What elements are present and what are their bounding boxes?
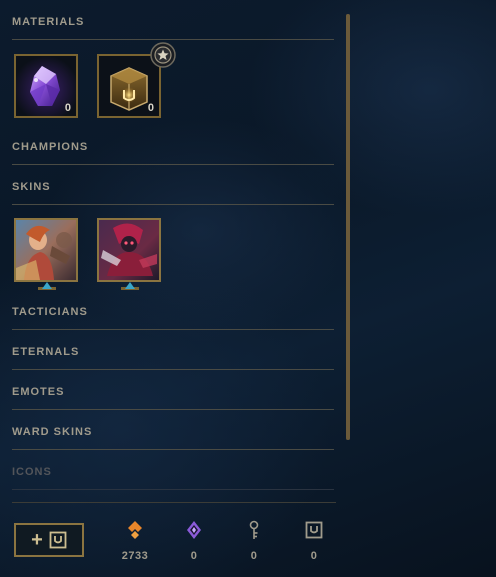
- section-header-skins[interactable]: SKINS: [12, 181, 334, 205]
- currency-value: 2733: [121, 550, 149, 562]
- loot-key-icon: [49, 531, 67, 549]
- section-title-icons: ICONS: [12, 466, 52, 478]
- section-title-champions: CHAMPIONS: [12, 141, 89, 153]
- currency-key-fragment[interactable]: 0: [234, 520, 274, 562]
- currency-mythic-essence[interactable]: 0: [174, 520, 214, 562]
- purchase-key-button[interactable]: +: [14, 523, 84, 557]
- loot-key-icon: [305, 521, 323, 539]
- section-title-materials: MATERIALS: [12, 16, 85, 28]
- mythic-essence-icon: [187, 521, 201, 539]
- section-title-ward-skins: WARD SKINS: [12, 426, 93, 438]
- material-count: 0: [64, 102, 71, 114]
- scrollbar-thumb[interactable]: [346, 14, 350, 440]
- currency-value: 0: [190, 550, 198, 562]
- section-title-tacticians: TACTICIANS: [12, 306, 88, 318]
- currency-orange-essence[interactable]: 2733: [115, 520, 155, 562]
- section-header-icons[interactable]: ICONS: [12, 466, 334, 490]
- currency-value: 0: [250, 550, 258, 562]
- skin-shard-2[interactable]: [97, 218, 161, 282]
- key-fragment-icon: [249, 520, 259, 539]
- orange-essence-icon: [128, 521, 142, 539]
- section-header-champions[interactable]: CHAMPIONS: [12, 141, 334, 165]
- section-title-emotes: EMOTES: [12, 386, 65, 398]
- loot-panel: MATERIALS 0 0 CHAMPIONS SKINS TACTICIANS…: [0, 0, 496, 577]
- currency-value: 0: [310, 550, 318, 562]
- plus-icon: +: [31, 529, 43, 551]
- chest-count: 0: [147, 102, 154, 114]
- section-header-eternals[interactable]: ETERNALS: [12, 346, 334, 370]
- currency-loot-key[interactable]: 0: [294, 520, 334, 562]
- section-header-tacticians[interactable]: TACTICIANS: [12, 306, 334, 330]
- footer-divider: [12, 502, 336, 503]
- section-header-ward-skins[interactable]: WARD SKINS: [12, 426, 334, 450]
- material-gemstone[interactable]: 0: [14, 54, 78, 118]
- loot-scroll-area[interactable]: MATERIALS 0 0 CHAMPIONS SKINS TACTICIANS…: [0, 0, 340, 500]
- blue-triangle-icon: [42, 282, 52, 289]
- star-badge-icon: [150, 42, 176, 68]
- section-title-eternals: ETERNALS: [12, 346, 80, 358]
- skin-shard-1[interactable]: [14, 218, 78, 282]
- section-title-skins: SKINS: [12, 181, 51, 193]
- section-header-materials[interactable]: MATERIALS: [12, 16, 334, 40]
- section-header-emotes[interactable]: EMOTES: [12, 386, 334, 410]
- skin-art-2: [99, 220, 159, 280]
- blue-triangle-icon: [125, 282, 135, 289]
- skin-art-1: [16, 220, 76, 280]
